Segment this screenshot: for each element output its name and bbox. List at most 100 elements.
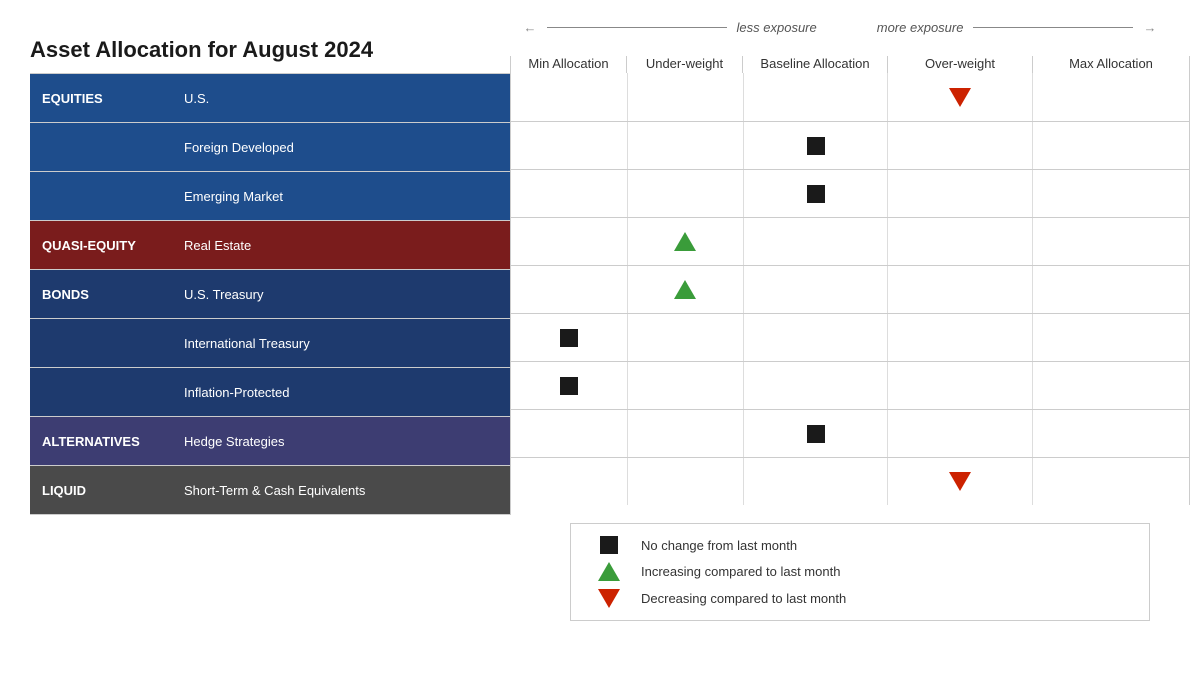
col-header-max: Max Allocation — [1032, 56, 1190, 73]
legend-square-label: No change from last month — [641, 538, 797, 553]
data-cell-under — [627, 314, 743, 361]
data-cell-max — [1032, 314, 1190, 361]
data-row — [511, 265, 1190, 313]
data-cell-max — [1032, 458, 1190, 505]
sub-category-cell: Emerging Market — [170, 172, 510, 220]
data-cell-baseline — [743, 122, 888, 169]
data-cell-over — [887, 218, 1032, 265]
data-cell-under — [627, 410, 743, 457]
legend-up-icon — [591, 562, 627, 581]
table-row: Foreign Developed — [30, 122, 510, 171]
data-row — [511, 169, 1190, 217]
data-cell-max — [1032, 218, 1190, 265]
sub-category-cell: Foreign Developed — [170, 123, 510, 171]
data-cell-max — [1032, 410, 1190, 457]
table-row: LIQUIDShort-Term & Cash Equivalents — [30, 465, 510, 515]
sub-category-cell: Real Estate — [170, 221, 510, 269]
category-cell: EQUITIES — [30, 74, 170, 122]
legend-item-down: Decreasing compared to last month — [591, 589, 1129, 608]
category-cell: LIQUID — [30, 466, 170, 514]
category-cell: BONDS — [30, 270, 170, 318]
legend-down-icon — [591, 589, 627, 608]
category-cell — [30, 368, 170, 416]
data-cell-over — [887, 170, 1032, 217]
category-cell — [30, 319, 170, 367]
data-cell-under — [627, 458, 743, 505]
data-cell-under — [627, 73, 743, 121]
data-cell-min — [511, 170, 627, 217]
row-labels: EQUITIESU.S.Foreign DevelopedEmerging Ma… — [30, 73, 510, 515]
legend: No change from last month Increasing com… — [570, 523, 1150, 621]
data-cell-min — [511, 362, 627, 409]
table-grid — [510, 73, 1190, 515]
data-row — [511, 313, 1190, 361]
category-cell — [30, 172, 170, 220]
col-header-min: Min Allocation — [510, 56, 626, 73]
data-cell-baseline — [743, 73, 888, 121]
data-cell-baseline — [743, 170, 888, 217]
sub-category-cell: U.S. — [170, 74, 510, 122]
exposure-header: ← less exposure more exposure → — [510, 20, 1170, 35]
data-cell-min — [511, 122, 627, 169]
category-cell — [30, 123, 170, 171]
data-cell-baseline — [743, 266, 888, 313]
data-row — [511, 457, 1190, 505]
data-cell-max — [1032, 266, 1190, 313]
data-cell-max — [1032, 73, 1190, 121]
more-exposure-label: more exposure — [877, 20, 964, 35]
data-cell-baseline — [743, 218, 888, 265]
data-cell-over — [887, 122, 1032, 169]
data-cell-max — [1032, 362, 1190, 409]
data-cell-over — [887, 410, 1032, 457]
table-row: Emerging Market — [30, 171, 510, 220]
sub-category-cell: Inflation-Protected — [170, 368, 510, 416]
table-row: Inflation-Protected — [30, 367, 510, 416]
data-cell-min — [511, 458, 627, 505]
less-exposure-label: less exposure — [737, 20, 817, 35]
data-row — [511, 409, 1190, 457]
table-row: BONDSU.S. Treasury — [30, 269, 510, 318]
data-row — [511, 73, 1190, 121]
data-cell-max — [1032, 170, 1190, 217]
data-cell-baseline — [743, 410, 888, 457]
sub-category-cell: Short-Term & Cash Equivalents — [170, 466, 510, 514]
data-cell-under — [627, 218, 743, 265]
data-cell-under — [627, 266, 743, 313]
data-cell-over — [887, 458, 1032, 505]
table-row: International Treasury — [30, 318, 510, 367]
table-row: EQUITIESU.S. — [30, 73, 510, 122]
data-cell-over — [887, 73, 1032, 121]
sub-category-cell: U.S. Treasury — [170, 270, 510, 318]
sub-category-cell: International Treasury — [170, 319, 510, 367]
data-cell-over — [887, 362, 1032, 409]
category-cell: ALTERNATIVES — [30, 417, 170, 465]
data-cell-baseline — [743, 314, 888, 361]
page-title: Asset Allocation for August 2024 — [30, 37, 510, 63]
legend-up-label: Increasing compared to last month — [641, 564, 840, 579]
sub-category-cell: Hedge Strategies — [170, 417, 510, 465]
category-cell: QUASI-EQUITY — [30, 221, 170, 269]
data-row — [511, 121, 1190, 169]
data-cell-min — [511, 73, 627, 121]
table-header: Asset Allocation for August 2024 Min All… — [30, 37, 1170, 73]
legend-square-icon — [591, 536, 627, 554]
data-cell-under — [627, 122, 743, 169]
data-cell-baseline — [743, 362, 888, 409]
data-cell-over — [887, 314, 1032, 361]
data-cell-min — [511, 410, 627, 457]
data-row — [511, 217, 1190, 265]
col-header-over: Over-weight — [887, 56, 1032, 73]
data-cell-min — [511, 266, 627, 313]
main-table: EQUITIESU.S.Foreign DevelopedEmerging Ma… — [30, 73, 1170, 515]
legend-down-label: Decreasing compared to last month — [641, 591, 846, 606]
data-row — [511, 361, 1190, 409]
table-row: QUASI-EQUITYReal Estate — [30, 220, 510, 269]
data-cell-baseline — [743, 458, 888, 505]
legend-item-square: No change from last month — [591, 536, 1129, 554]
legend-item-up: Increasing compared to last month — [591, 562, 1129, 581]
data-cell-min — [511, 314, 627, 361]
col-header-under: Under-weight — [626, 56, 742, 73]
data-cell-min — [511, 218, 627, 265]
data-cell-over — [887, 266, 1032, 313]
data-cell-under — [627, 170, 743, 217]
